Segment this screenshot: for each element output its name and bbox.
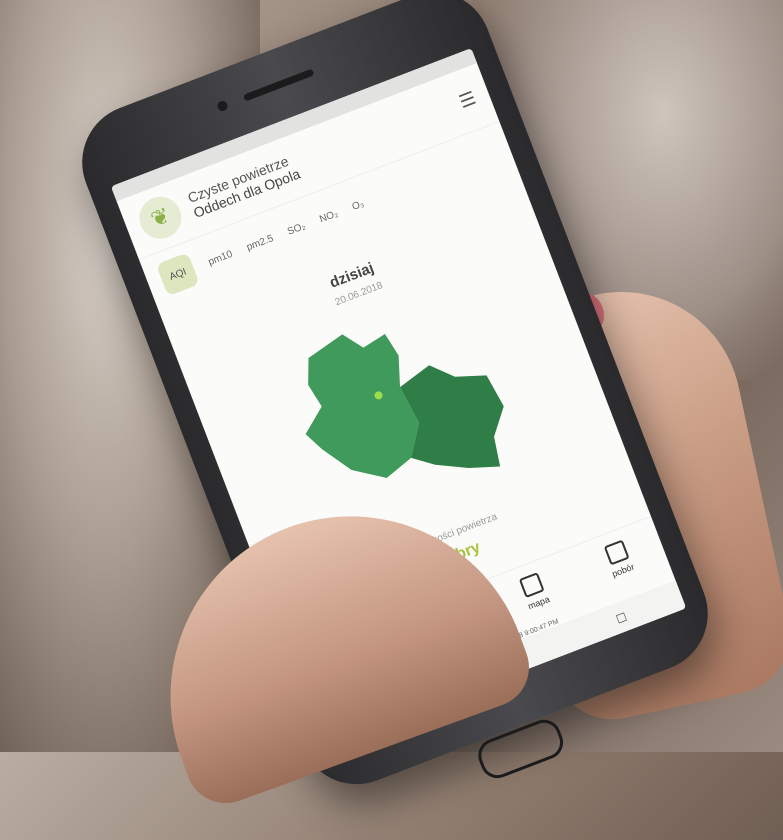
tab-pm10[interactable]: pm10 [207,248,234,267]
nav-download-label: pobór [610,561,636,580]
speaker-grille [242,68,315,102]
tab-so2[interactable]: SO₂ [286,220,307,237]
nav-map[interactable]: mapa [518,572,552,612]
tab-aqi[interactable]: AQI [155,252,200,297]
recents-icon[interactable]: □ [614,608,628,626]
nav-map-label: mapa [526,594,552,612]
hardware-home-button[interactable] [473,714,569,784]
tab-no2[interactable]: NO₂ [318,208,340,225]
nav-download[interactable]: pobór [602,539,636,579]
map-icon [519,572,545,598]
tab-o3[interactable]: O₃ [350,198,365,213]
front-camera-icon [216,99,229,113]
lungs-logo-icon: ❦ [133,190,188,245]
tab-pm25[interactable]: pm2.5 [245,233,275,253]
calendar-icon [603,539,630,566]
